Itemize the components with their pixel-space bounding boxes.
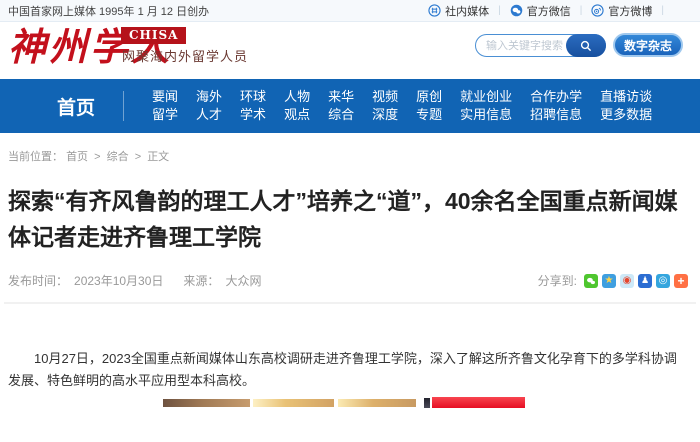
article-meta: 发布时间： 2023年10月30日 来源： 大众网 分享到: ★ ◉ ♟ ◎ + bbox=[8, 272, 688, 289]
nav-item[interactable]: 原创 bbox=[416, 88, 442, 106]
wechat-icon bbox=[510, 4, 523, 17]
article-paragraph: 10月27日，2023全国重点新闻媒体山东高校调研走进齐鲁理工学院，深入了解这所… bbox=[8, 351, 677, 388]
site-header: 神州学人 CHISA 网聚海内外留学人员 数字杂志 bbox=[0, 22, 700, 79]
nav-item[interactable]: 人才 bbox=[196, 106, 222, 124]
wechat-bubbles-icon bbox=[587, 277, 595, 284]
search-input[interactable] bbox=[476, 39, 567, 52]
nav-column: 合作办学 招聘信息 bbox=[530, 88, 582, 124]
nav-column: 海外 人才 bbox=[196, 88, 222, 124]
article-image-2 bbox=[253, 399, 334, 407]
search-box bbox=[475, 34, 606, 57]
official-weibo-link[interactable]: 官方微博 bbox=[591, 3, 652, 19]
article-image-3 bbox=[338, 399, 416, 407]
share-tencent-icon[interactable]: ◎ bbox=[656, 273, 670, 288]
grid-icon bbox=[428, 4, 441, 17]
nav-item[interactable]: 实用信息 bbox=[460, 106, 512, 124]
publish-date: 2023年10月30日 bbox=[74, 274, 164, 288]
share-wechat-icon[interactable] bbox=[584, 273, 598, 288]
nav-item[interactable]: 合作办学 bbox=[530, 88, 582, 106]
top-bar-links: 社内媒体 | 官方微信 | 官方微博 | bbox=[428, 3, 664, 19]
breadcrumb-prefix: 当前位置： bbox=[8, 151, 63, 163]
divider: | bbox=[579, 5, 583, 16]
breadcrumb-separator: > bbox=[94, 151, 101, 163]
nav-column: 要闻 留学 bbox=[152, 88, 178, 124]
nav-column: 人物 观点 bbox=[284, 88, 310, 124]
nav-home[interactable]: 首页 bbox=[57, 93, 95, 120]
search-button[interactable] bbox=[566, 34, 606, 57]
nav-columns: 要闻 留学 海外 人才 环球 学术 人物 观点 来华 综合 视频 深度 原创 专… bbox=[152, 88, 652, 124]
source-value: 大众网 bbox=[225, 274, 262, 288]
nav-item[interactable]: 直播访谈 bbox=[600, 88, 652, 106]
nav-item[interactable]: 观点 bbox=[284, 106, 310, 124]
share-weibo-icon[interactable]: ◉ bbox=[620, 273, 634, 288]
nav-item[interactable]: 学术 bbox=[240, 106, 266, 124]
breadcrumb-section[interactable]: 综合 bbox=[107, 151, 129, 163]
digital-magazine-button[interactable]: 数字杂志 bbox=[613, 33, 683, 57]
nav-item[interactable]: 海外 bbox=[196, 88, 222, 106]
share-renren-icon[interactable]: ♟ bbox=[638, 273, 652, 288]
internal-media-link[interactable]: 社内媒体 bbox=[428, 3, 489, 19]
nav-item[interactable]: 综合 bbox=[328, 106, 354, 124]
breadcrumb-current: 正文 bbox=[147, 151, 170, 163]
nav-item[interactable]: 要闻 bbox=[152, 88, 178, 106]
nav-item[interactable]: 更多数据 bbox=[600, 106, 652, 124]
publish-time-label: 发布时间： bbox=[8, 274, 69, 288]
nav-column: 环球 学术 bbox=[240, 88, 266, 124]
nav-item[interactable]: 环球 bbox=[240, 88, 266, 106]
chisa-badge: CHISA bbox=[121, 27, 187, 44]
share-bar: 分享到: ★ ◉ ♟ ◎ + bbox=[538, 272, 688, 289]
meta-divider bbox=[4, 302, 696, 304]
share-more-icon[interactable]: + bbox=[674, 273, 688, 288]
nav-item[interactable]: 来华 bbox=[328, 88, 354, 106]
divider: | bbox=[498, 5, 501, 16]
nav-item[interactable]: 就业创业 bbox=[460, 88, 512, 106]
nav-item[interactable]: 深度 bbox=[372, 106, 398, 124]
breadcrumb-separator: > bbox=[134, 151, 142, 163]
nav-column: 直播访谈 更多数据 bbox=[600, 88, 652, 124]
article-title: 探索“有齐风鲁韵的理工人才”培养之“道”，40余名全国重点新闻媒体记者走进齐鲁理… bbox=[8, 188, 678, 250]
article-image-1 bbox=[163, 399, 250, 407]
main-nav: 首页 要闻 留学 海外 人才 环球 学术 人物 观点 来华 综合 视频 深度 原… bbox=[0, 79, 700, 133]
nav-item[interactable]: 招聘信息 bbox=[530, 106, 582, 124]
breadcrumb-home[interactable]: 首页 bbox=[66, 151, 88, 163]
nav-column: 就业创业 实用信息 bbox=[460, 88, 512, 124]
site-tagline: 网聚海内外留学人员 bbox=[122, 49, 249, 64]
nav-item[interactable]: 人物 bbox=[284, 88, 310, 106]
breadcrumb: 当前位置： 首页 > 综合 > 正文 bbox=[8, 148, 700, 164]
publish-info: 发布时间： 2023年10月30日 来源： 大众网 bbox=[8, 272, 267, 289]
nav-item[interactable]: 视频 bbox=[372, 88, 398, 106]
nav-item[interactable]: 专题 bbox=[416, 106, 442, 124]
nav-column: 原创 专题 bbox=[416, 88, 442, 124]
article-image-5 bbox=[432, 397, 525, 408]
official-wechat-link[interactable]: 官方微信 bbox=[510, 3, 571, 19]
weibo-icon bbox=[591, 4, 605, 17]
nav-column: 视频 深度 bbox=[372, 88, 398, 124]
nav-item[interactable]: 留学 bbox=[152, 106, 178, 124]
divider: | bbox=[661, 5, 664, 16]
share-qzone-icon[interactable]: ★ bbox=[602, 273, 616, 288]
nav-column: 来华 综合 bbox=[328, 88, 354, 124]
source-label: 来源： bbox=[183, 274, 220, 288]
search-icon bbox=[580, 40, 592, 51]
nav-divider bbox=[123, 91, 125, 121]
share-label: 分享到: bbox=[537, 274, 577, 288]
article-image-4 bbox=[424, 398, 430, 408]
